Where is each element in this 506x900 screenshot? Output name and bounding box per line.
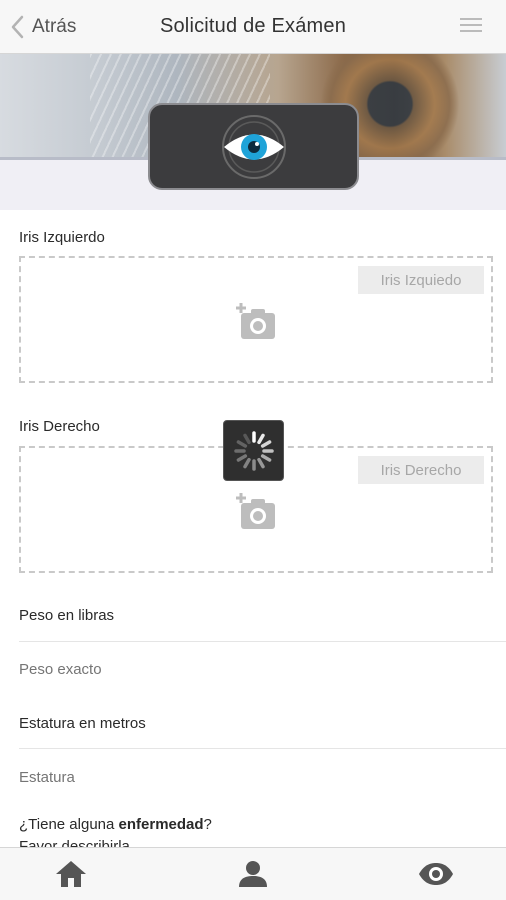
disease-question-prefix: ¿Tiene alguna [19,816,119,833]
tab-bar [0,847,506,900]
weight-label: Peso en libras [19,607,115,624]
disease-question-bold: enfermedad [118,816,204,833]
height-input[interactable] [19,767,489,787]
spinner-icon [233,430,274,471]
right-iris-label: Iris Derecho [19,418,100,435]
app-logo-card [148,103,359,190]
weight-input[interactable] [19,659,489,679]
divider [19,748,506,749]
person-icon[interactable] [235,856,271,892]
left-iris-upload-area[interactable]: Iris Izquiedo [19,256,493,383]
eye-logo-icon [221,114,286,179]
add-photo-icon [236,493,275,529]
loading-spinner [223,420,284,481]
navigation-bar: Atrás Solicitud de Exámen [0,0,506,54]
disease-question: ¿Tiene alguna enfermedad? [19,816,212,833]
page-title: Solicitud de Exámen [159,15,347,37]
left-iris-label: Iris Izquierdo [19,229,105,246]
disease-question-suffix: ? [203,816,212,833]
right-iris-tag: Iris Derecho [358,456,484,484]
divider [19,641,506,642]
left-iris-tag: Iris Izquiedo [358,266,484,294]
height-label: Estatura en metros [19,715,146,732]
eye-icon[interactable] [418,856,454,892]
home-icon[interactable] [53,856,89,892]
hamburger-menu-icon[interactable] [460,18,482,34]
add-photo-icon [236,303,275,339]
